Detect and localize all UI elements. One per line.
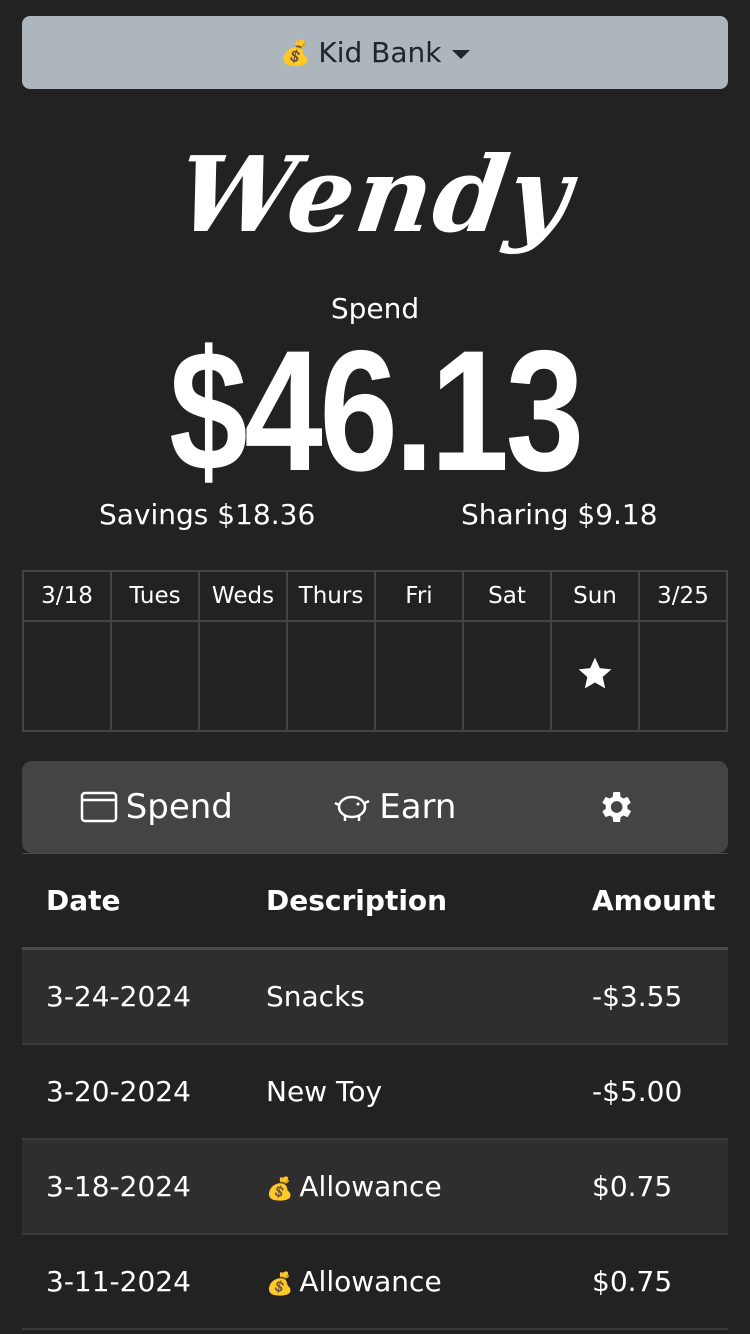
column-header-description[interactable]: Description xyxy=(242,853,572,950)
tab-earn[interactable]: Earn xyxy=(261,761,530,853)
money-bag-icon: 💰 xyxy=(266,1271,294,1297)
row-description: Allowance xyxy=(299,1169,442,1203)
sharing-balance: Sharing $9.18 xyxy=(461,498,658,531)
week-day-cell xyxy=(22,620,112,732)
column-header-date[interactable]: Date xyxy=(22,853,242,950)
row-amount: -$5.00 xyxy=(572,1043,728,1140)
tab-earn-label: Earn xyxy=(379,787,457,827)
money-bag-icon: 💰 xyxy=(266,1176,294,1202)
column-header-amount[interactable]: Amount xyxy=(572,853,728,950)
kid-name: Wendy xyxy=(169,133,581,256)
row-description-cell: 💰 Allowance xyxy=(242,1233,572,1330)
tab-spend[interactable]: Spend xyxy=(22,761,291,853)
week-day-header: Sat xyxy=(462,570,552,622)
row-date: 3-11-2024 xyxy=(22,1233,242,1330)
row-date: 3-18-2024 xyxy=(22,1138,242,1235)
week-day-cell xyxy=(462,620,552,732)
row-date: 3-24-2024 xyxy=(22,948,242,1045)
star-icon xyxy=(578,657,612,689)
week-day-header: 3/25 xyxy=(638,570,728,622)
week-day-header: Sun xyxy=(550,570,640,622)
week-day-cell xyxy=(198,620,288,732)
week-day-header: Fri xyxy=(374,570,464,622)
week-day-cell xyxy=(286,620,376,732)
row-amount: $0.75 xyxy=(572,1138,728,1235)
action-tab-bar: Spend Earn xyxy=(22,761,728,853)
week-day-cell xyxy=(374,620,464,732)
week-day-header: Tues xyxy=(110,570,200,622)
table-row[interactable]: 3-18-2024 💰 Allowance $0.75 xyxy=(22,1138,728,1235)
row-amount: $0.75 xyxy=(572,1233,728,1330)
piggy-bank-icon xyxy=(334,795,370,821)
chevron-down-icon xyxy=(451,50,470,59)
week-day-cell xyxy=(110,620,200,732)
table-row[interactable]: 3-24-2024 Snacks -$3.55 xyxy=(22,948,728,1045)
spend-balance-value: $46.13 xyxy=(169,315,584,507)
table-row[interactable]: 3-20-2024 New Toy -$5.00 xyxy=(22,1043,728,1140)
wallet-icon xyxy=(80,791,117,823)
row-description: Allowance xyxy=(299,1264,442,1298)
week-day-header: 3/18 xyxy=(22,570,112,622)
app-name: Kid Bank xyxy=(318,36,442,69)
week-day-header: Thurs xyxy=(286,570,376,622)
row-date: 3-20-2024 xyxy=(22,1043,242,1140)
row-description: New Toy xyxy=(242,1043,572,1140)
tab-spend-label: Spend xyxy=(125,787,233,827)
weekly-calendar: 3/18 Tues Weds Thurs Fri Sat Sun 3/25 xyxy=(22,570,728,732)
settings-button[interactable] xyxy=(509,761,728,853)
row-description-cell: 💰 Allowance xyxy=(242,1138,572,1235)
row-description: Snacks xyxy=(242,948,572,1045)
app-switcher-dropdown[interactable]: 💰 Kid Bank xyxy=(22,16,728,89)
transactions-table: Date Description Amount 3-24-2024 Snacks… xyxy=(22,853,728,1330)
table-row[interactable]: 3-11-2024 💰 Allowance $0.75 xyxy=(22,1233,728,1330)
week-day-header: Weds xyxy=(198,570,288,622)
row-amount: -$3.55 xyxy=(572,948,728,1045)
week-day-cell xyxy=(638,620,728,732)
savings-balance: Savings $18.36 xyxy=(99,498,316,531)
week-day-cell-sun xyxy=(550,620,640,732)
money-bag-icon: 💰 xyxy=(280,38,311,67)
gear-icon xyxy=(601,792,631,822)
